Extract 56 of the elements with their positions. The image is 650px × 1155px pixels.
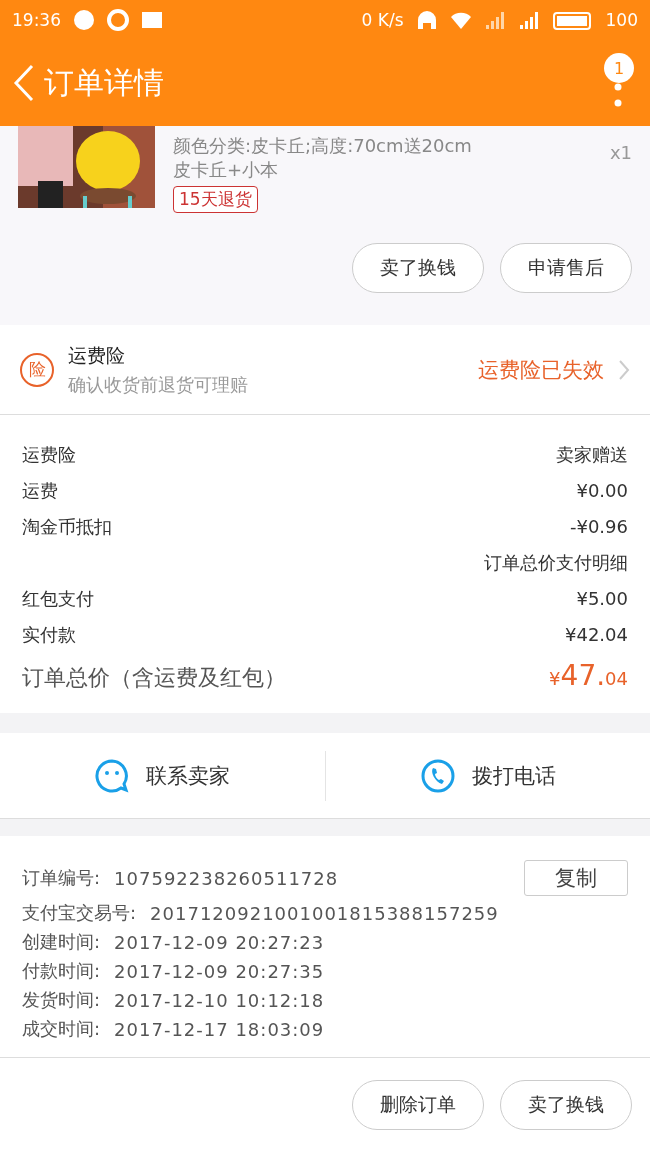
insurance-subtitle: 确认收货前退货可理赔 — [68, 372, 249, 397]
more-icon[interactable] — [614, 83, 622, 107]
chat-icon — [94, 757, 131, 794]
info-value: 107592238260511728 — [114, 867, 340, 889]
copy-button[interactable]: 复制 — [524, 860, 628, 896]
cost-value: ¥5.00 — [576, 588, 628, 609]
product-spec: 颜色分类:皮卡丘;高度:70cm送20cm — [173, 134, 473, 158]
cost-value: 订单总价支付明细 — [484, 551, 628, 575]
phone-icon — [419, 757, 456, 794]
cost-value: ¥42.04 — [565, 624, 628, 645]
info-label: 订单编号: — [22, 866, 101, 890]
app-icon — [107, 9, 129, 31]
cost-label: 运费 — [22, 479, 58, 503]
page-title: 订单详情 — [44, 63, 164, 102]
cost-value: -¥0.96 — [569, 516, 628, 537]
total-label: 订单总价（含运费及红包） — [22, 664, 286, 692]
cost-label: 淘金币抵扣 — [22, 515, 112, 539]
info-label: 发货时间: — [22, 988, 101, 1012]
network-speed: 0 K/s — [361, 10, 404, 30]
action-button[interactable]: 卖了换钱 — [500, 1080, 632, 1130]
cost-label: 红包支付 — [22, 587, 94, 611]
info-label: 支付宝交易号: — [22, 901, 137, 925]
product-spec: 皮卡丘+小本 — [173, 158, 280, 182]
insurance-icon: 险 — [20, 352, 54, 387]
signal-icon — [483, 9, 506, 31]
insurance-title: 运费险 — [68, 342, 126, 368]
total-price: ¥47.04 — [549, 659, 628, 692]
product-quantity: x1 — [609, 141, 632, 165]
cost-value: ¥0.00 — [576, 480, 628, 501]
cost-label: 运费险 — [22, 443, 76, 467]
info-label: 成交时间: — [22, 1017, 101, 1041]
info-value: 2017-12-09 20:27:23 — [114, 931, 326, 953]
battery-level: 100 — [605, 10, 638, 30]
signal-icon — [517, 9, 540, 31]
battery-icon — [551, 9, 594, 31]
return-tag: 15天退货 — [173, 186, 258, 213]
cost-label: 实付款 — [22, 623, 76, 647]
app-icon — [73, 9, 95, 31]
info-value: 2017-12-09 20:27:35 — [114, 960, 326, 982]
status-time: 19:36 — [12, 10, 61, 30]
action-button[interactable]: 申请售后 — [500, 243, 632, 293]
info-label: 付款时间: — [22, 959, 101, 983]
image-icon — [141, 9, 163, 31]
info-label: 创建时间: — [22, 930, 101, 954]
contact-button[interactable]: 联系卖家 — [146, 761, 231, 790]
headset-icon — [415, 9, 438, 31]
back-icon[interactable] — [12, 63, 36, 103]
action-button[interactable]: 卖了换钱 — [352, 243, 484, 293]
contact-button[interactable]: 拨打电话 — [471, 761, 556, 790]
action-button[interactable]: 删除订单 — [352, 1080, 484, 1130]
notification-badge: 1 — [604, 53, 634, 83]
cost-value: 卖家赠送 — [556, 443, 628, 467]
info-value: 2017120921001001815388157259 — [150, 902, 500, 924]
info-value: 2017-12-10 10:12:18 — [114, 989, 326, 1011]
info-value: 2017-12-17 18:03:09 — [114, 1018, 326, 1040]
chevron-icon — [618, 358, 630, 381]
